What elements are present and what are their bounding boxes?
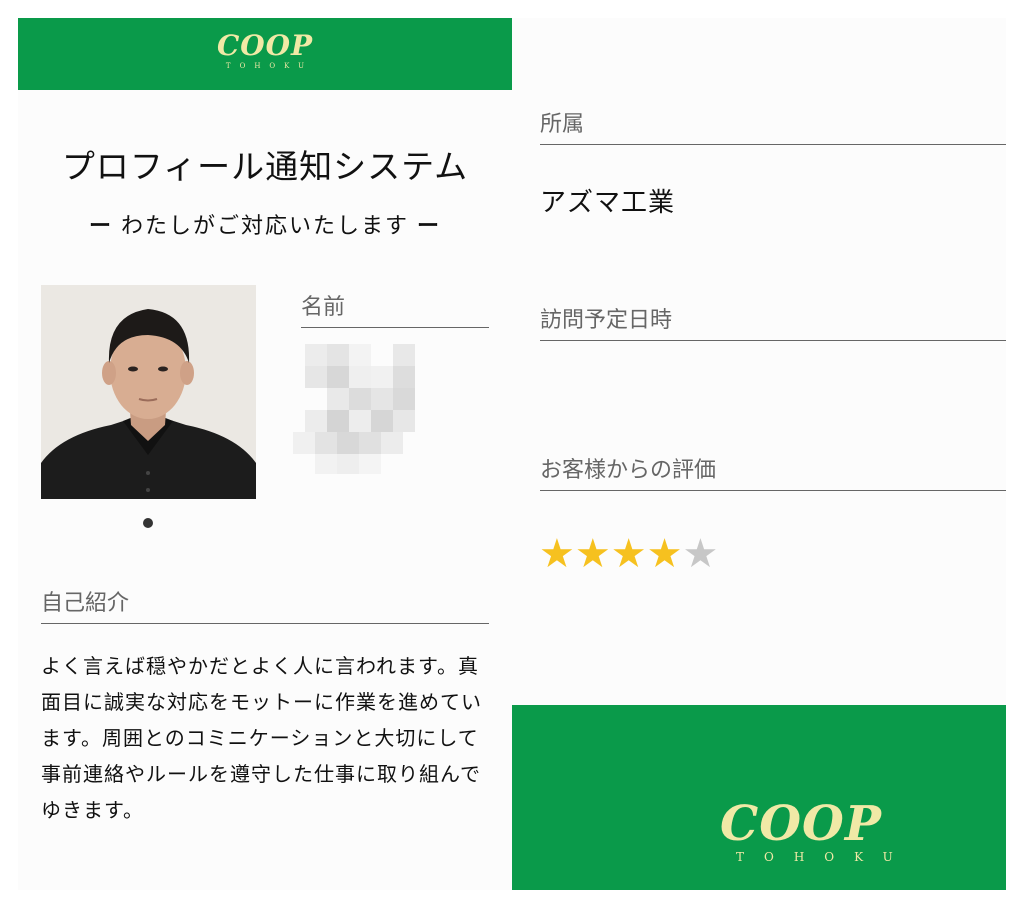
star-icon: ★: [539, 531, 575, 577]
star-icon: ★: [682, 531, 719, 577]
logo-sub: TOHOKU: [225, 62, 314, 70]
subtitle-dash-left: ー: [88, 213, 113, 239]
visit-datetime-label: 訪問予定日時: [540, 302, 1006, 341]
star-icon: ★: [646, 531, 683, 577]
subtitle-dash-right: ー: [417, 213, 442, 239]
affiliation-label: 所属: [540, 106, 1006, 145]
logo-word: COOP: [720, 796, 882, 852]
affiliation-value: アズマ工業: [540, 188, 676, 218]
page-subtitle: ーわたしがご対応いたしますー: [18, 208, 512, 240]
logo-sub: TOHOKU: [736, 850, 913, 864]
profile-card-screenshot: COOP TOHOKU プロフィール通知システム ーわたしがご対応いたしますー: [0, 0, 1024, 908]
rating-label: お客様からの評価: [540, 452, 1006, 491]
right-panel: 所属 アズマ工業 訪問予定日時 お客様からの評価 ★ ★ ★ ★ ★ COOP TOHO…: [512, 18, 1006, 890]
star-icon: ★: [610, 531, 647, 577]
page-title: プロフィール通知システム: [61, 147, 469, 186]
coop-logo: COOP TOHOKU: [18, 29, 512, 71]
star-icon: ★: [574, 531, 611, 577]
subtitle-text: わたしがご対応いたします: [120, 214, 409, 239]
header-bar: COOP TOHOKU: [18, 18, 512, 90]
coop-logo-footer: COOP TOHOKU: [720, 796, 913, 864]
intro-text: よく言えば穏やかだとよく人に言われます。真面目に誠実な対応をモットーに作業を進め…: [41, 654, 482, 822]
name-label: 名前: [301, 289, 489, 328]
carousel-dot[interactable]: [143, 518, 153, 528]
intro-label: 自己紹介: [41, 585, 489, 624]
footer-bar: COOP TOHOKU: [512, 705, 1006, 890]
staff-photo: [41, 285, 256, 499]
rating-stars: ★ ★ ★ ★ ★: [539, 534, 718, 574]
left-panel: COOP TOHOKU プロフィール通知システム ーわたしがご対応いたしますー: [18, 18, 512, 890]
logo-word: COOP: [216, 29, 314, 62]
name-mosaic: [293, 344, 443, 474]
